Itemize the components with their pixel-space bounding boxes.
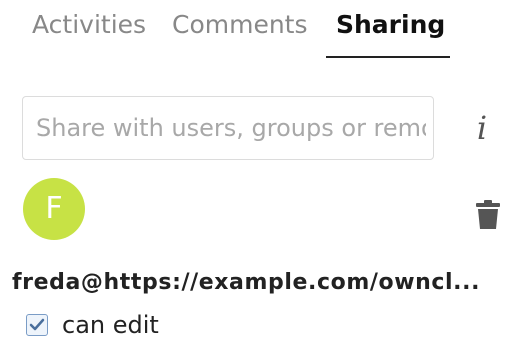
share-user-name: freda@https://example.com/owncl... [12, 270, 481, 295]
can-edit-label: can edit [62, 311, 159, 339]
tab-comments[interactable]: Comments [172, 10, 308, 40]
info-icon[interactable]: i [470, 108, 494, 148]
active-tab-indicator [326, 56, 450, 58]
checkmark-icon [29, 318, 45, 331]
share-search-box [22, 96, 434, 160]
tab-bar: Activities Comments Sharing [0, 0, 520, 60]
avatar: F [23, 178, 85, 240]
tab-activities[interactable]: Activities [32, 10, 146, 40]
trash-icon[interactable] [474, 200, 502, 230]
share-search-input[interactable] [36, 97, 426, 159]
tab-sharing[interactable]: Sharing [336, 10, 445, 40]
can-edit-checkbox[interactable] [26, 314, 48, 336]
